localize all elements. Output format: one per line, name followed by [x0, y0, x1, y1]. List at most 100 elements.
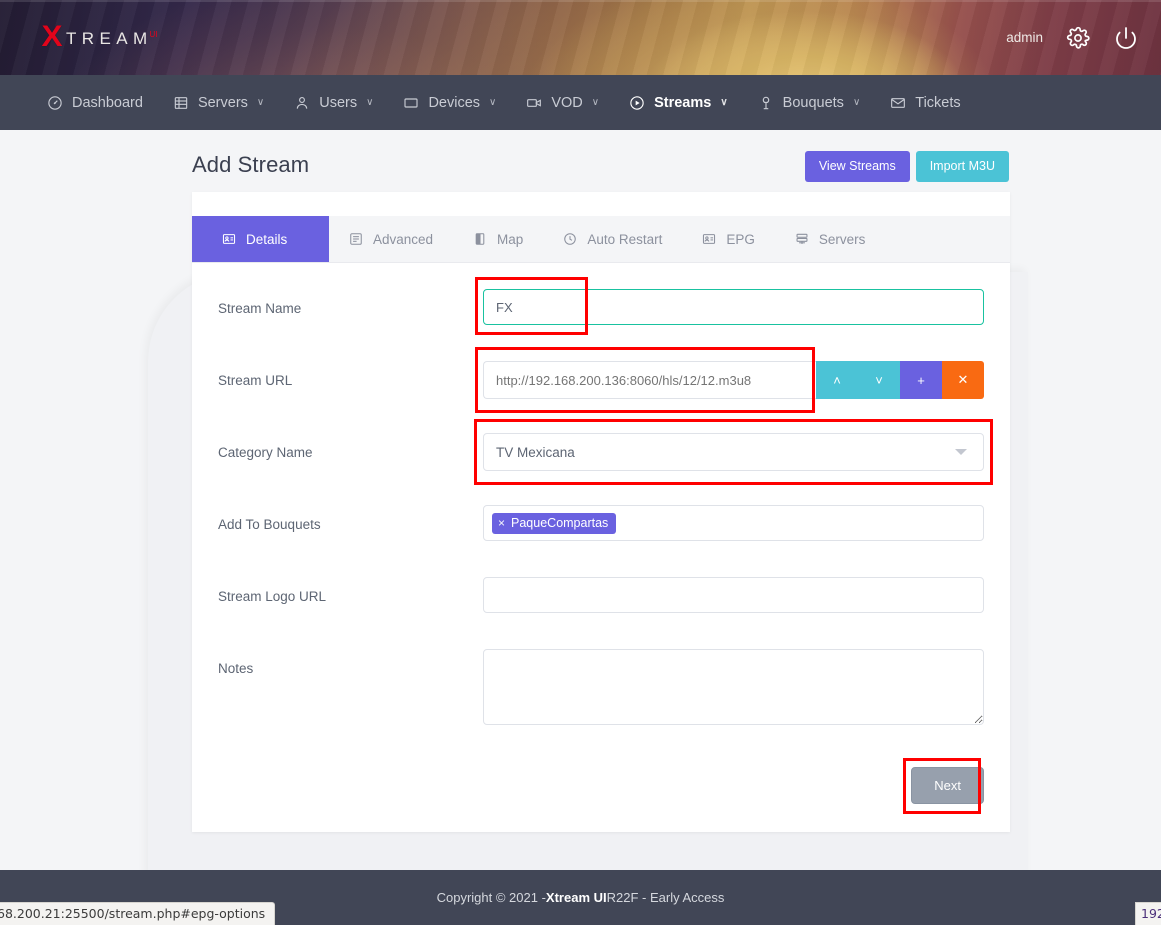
bouquets-tag-input[interactable]: × PaqueCompartas: [483, 505, 984, 541]
device-icon: [403, 94, 420, 111]
card-top-strip: [192, 192, 1010, 216]
tab-details-label: Details: [246, 232, 287, 247]
logo-superscript: UI: [150, 30, 158, 39]
field-row-stream-url: Stream URL ˄ ˅ + ✕: [218, 361, 984, 433]
bouquets-label: Add To Bouquets: [218, 505, 483, 532]
page-title: Add Stream: [192, 152, 309, 178]
add-stream-form: Stream Name Stream URL ˄ ˅ + ✕: [192, 263, 1010, 745]
brand-header: X TREAMUI admin: [0, 0, 1161, 75]
remove-tag-icon[interactable]: ×: [498, 516, 505, 530]
tab-servers-label: Servers: [819, 232, 866, 247]
chevron-down-icon: ∨: [720, 97, 727, 108]
stream-url-input-group: ˄ ˅ + ✕: [483, 361, 984, 399]
bouquet-icon: [758, 94, 775, 111]
chevron-down-icon: ∨: [257, 97, 264, 108]
nav-item-dashboard-label: Dashboard: [72, 95, 143, 111]
sliders-icon: [349, 232, 364, 247]
chevron-down-icon: ∨: [366, 97, 373, 108]
tab-map[interactable]: Map: [453, 216, 543, 262]
tab-advanced-label: Advanced: [373, 232, 433, 247]
nav-item-users-label: Users: [319, 95, 357, 111]
user-icon: [294, 94, 311, 111]
id-card-icon: [222, 232, 237, 247]
add-stream-card: Details Advanced Map: [192, 192, 1010, 832]
map-icon: [473, 232, 488, 247]
notes-label: Notes: [218, 649, 483, 676]
stream-url-input[interactable]: [483, 361, 816, 399]
tab-details[interactable]: Details: [192, 216, 329, 262]
add-url-button[interactable]: +: [900, 361, 942, 399]
category-name-select[interactable]: TV Mexicana: [483, 433, 984, 471]
footer-brand: Xtream UI: [546, 890, 607, 905]
stream-name-field-wrap: [483, 289, 984, 325]
tab-map-label: Map: [497, 232, 523, 247]
next-button[interactable]: Next: [911, 767, 984, 804]
server-stack-icon: [795, 232, 810, 247]
stream-url-label: Stream URL: [218, 361, 483, 388]
field-row-bouquets: Add To Bouquets × PaqueCompartas: [218, 505, 984, 577]
main-navigation: Dashboard Servers ∨ Users ∨ Devices ∨: [0, 75, 1161, 130]
servers-icon: [173, 94, 190, 111]
move-up-button[interactable]: ˄: [816, 361, 858, 399]
video-icon: [526, 94, 543, 111]
mail-icon: [890, 94, 907, 111]
stream-name-input[interactable]: [483, 289, 984, 325]
bouquet-tag-label: PaqueCompartas: [511, 516, 608, 530]
chevron-down-icon: [955, 449, 967, 455]
field-row-category-name: Category Name TV Mexicana: [218, 433, 984, 505]
import-m3u-button[interactable]: Import M3U: [916, 151, 1009, 182]
tab-auto-restart[interactable]: Auto Restart: [543, 216, 682, 262]
copyright-suffix: R22F - Early Access: [607, 890, 725, 905]
epg-icon: [702, 232, 717, 247]
category-name-value: TV Mexicana: [496, 445, 575, 460]
gear-icon[interactable]: [1065, 25, 1091, 51]
next-button-wrap: Next: [911, 767, 984, 804]
browser-status-url: 68.200.21:25500/stream.php#epg-options: [0, 902, 275, 925]
header-right-controls: admin: [1006, 0, 1139, 75]
remove-url-button[interactable]: ✕: [942, 361, 984, 399]
move-down-button[interactable]: ˅: [858, 361, 900, 399]
tab-servers[interactable]: Servers: [775, 216, 886, 262]
field-row-stream-logo-url: Stream Logo URL: [218, 577, 984, 649]
chevron-down-icon: ∨: [592, 97, 599, 108]
field-row-stream-name: Stream Name: [218, 289, 984, 361]
nav-item-dashboard[interactable]: Dashboard: [32, 75, 158, 130]
nav-item-vod-label: VOD: [551, 95, 582, 111]
xtream-logo[interactable]: X TREAMUI: [42, 22, 161, 52]
play-circle-icon: [629, 94, 646, 111]
nav-item-tickets-label: Tickets: [915, 95, 960, 111]
page-header-actions: View Streams Import M3U: [805, 151, 1009, 182]
admin-username[interactable]: admin: [1006, 30, 1043, 45]
nav-item-bouquets[interactable]: Bouquets ∨: [743, 75, 876, 130]
tab-advanced[interactable]: Advanced: [329, 216, 453, 262]
dashboard-icon: [47, 94, 64, 111]
tab-epg[interactable]: EPG: [682, 216, 775, 262]
nav-item-devices[interactable]: Devices ∨: [388, 75, 511, 130]
nav-item-servers[interactable]: Servers ∨: [158, 75, 279, 130]
stream-name-label: Stream Name: [218, 289, 483, 316]
copyright-prefix: Copyright © 2021 -: [437, 890, 546, 905]
nav-item-streams[interactable]: Streams ∨: [614, 75, 743, 130]
nav-item-servers-label: Servers: [198, 95, 248, 111]
stream-form-tabs: Details Advanced Map: [192, 216, 1010, 263]
nav-item-streams-label: Streams: [654, 95, 711, 111]
stream-logo-url-label: Stream Logo URL: [218, 577, 483, 604]
notes-textarea[interactable]: [483, 649, 984, 725]
stream-logo-url-input[interactable]: [483, 577, 984, 613]
bouquet-tag[interactable]: × PaqueCompartas: [492, 513, 616, 534]
field-row-notes: Notes: [218, 649, 984, 745]
tab-auto-restart-label: Auto Restart: [587, 232, 662, 247]
chevron-down-icon: ∨: [853, 97, 860, 108]
power-icon[interactable]: [1113, 25, 1139, 51]
bouquets-field-wrap: × PaqueCompartas: [483, 505, 984, 541]
category-name-field-wrap: TV Mexicana: [483, 433, 984, 471]
page-body: Add Stream View Streams Import M3U Detai…: [0, 130, 1161, 925]
nav-item-tickets[interactable]: Tickets: [875, 75, 975, 130]
nav-item-vod[interactable]: VOD ∨: [511, 75, 614, 130]
view-streams-button[interactable]: View Streams: [805, 151, 910, 182]
clock-icon: [563, 232, 578, 247]
tab-epg-label: EPG: [726, 232, 755, 247]
nav-item-users[interactable]: Users ∨: [279, 75, 388, 130]
stream-url-field-wrap: ˄ ˅ + ✕: [483, 361, 984, 399]
nav-item-devices-label: Devices: [428, 95, 480, 111]
